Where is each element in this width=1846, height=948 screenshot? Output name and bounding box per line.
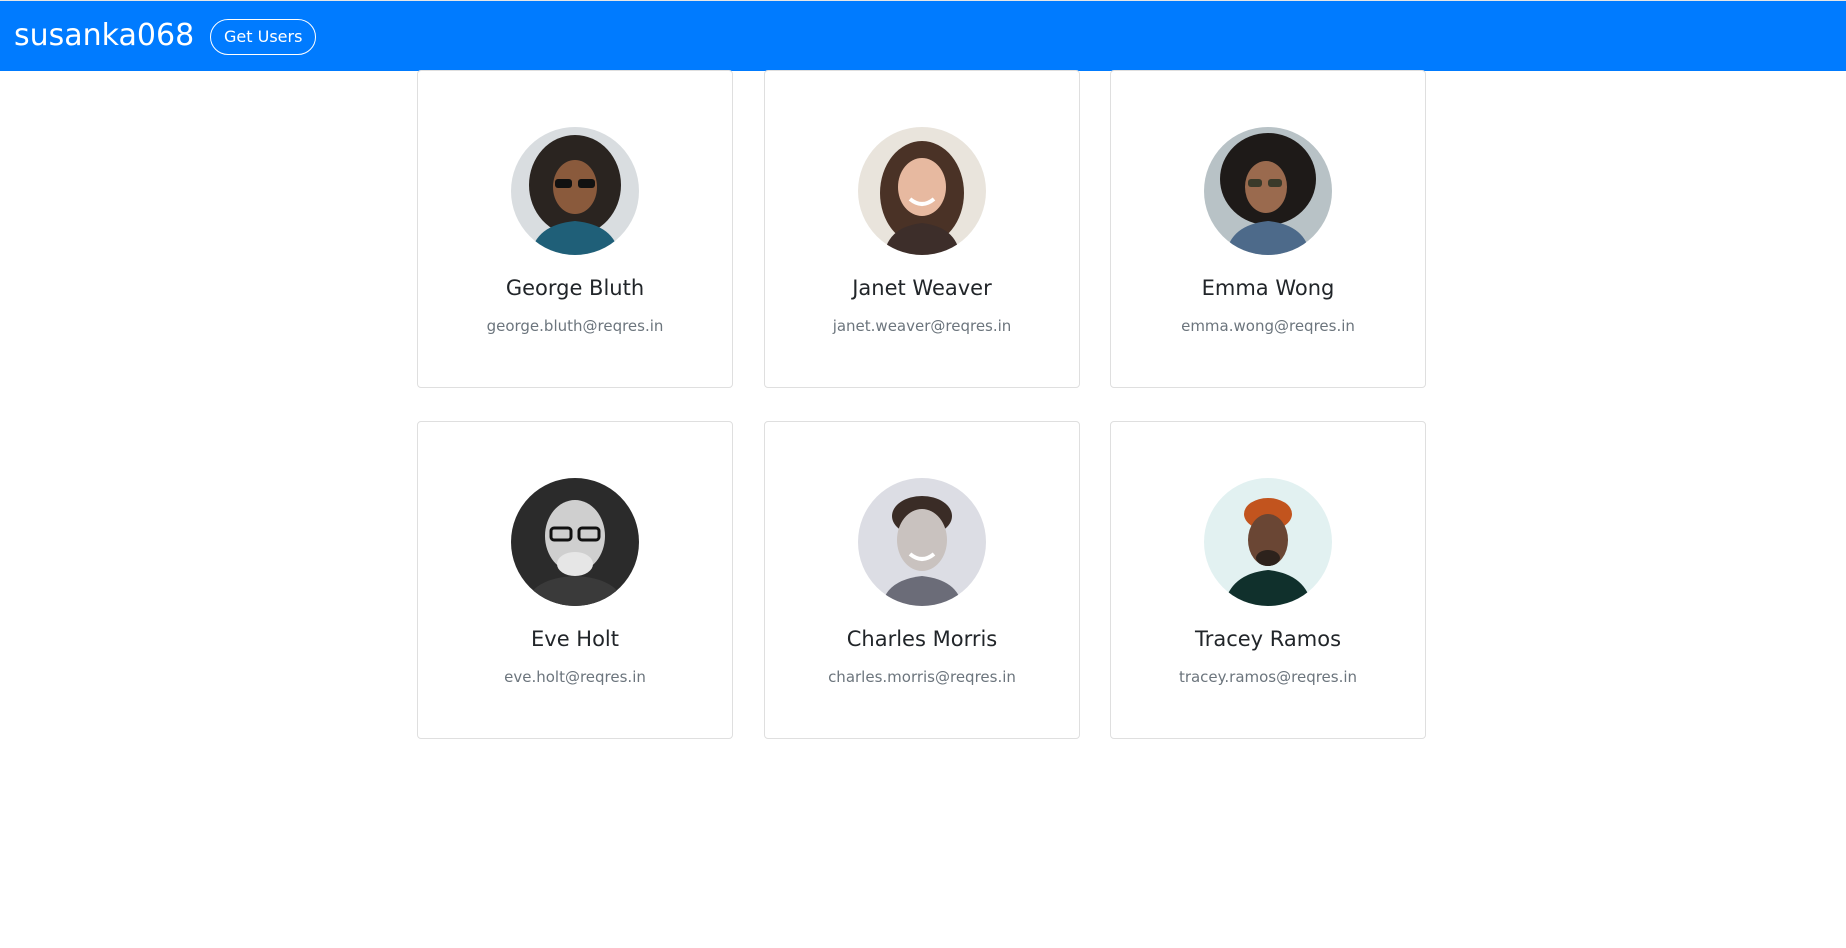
user-email: eve.holt@reqres.in — [504, 668, 646, 686]
user-card: George Bluth george.bluth@reqres.in — [417, 70, 733, 388]
user-name: George Bluth — [505, 276, 645, 300]
user-email: tracey.ramos@reqres.in — [1178, 668, 1358, 686]
user-card: Tracey Ramos tracey.ramos@reqres.in — [1110, 421, 1426, 739]
user-card: Eve Holt eve.holt@reqres.in — [417, 421, 733, 739]
user-card: Janet Weaver janet.weaver@reqres.in — [764, 70, 1080, 388]
navbar: susanka068 Get Users — [0, 0, 1846, 71]
user-email: george.bluth@reqres.in — [486, 317, 664, 335]
user-card: Emma Wong emma.wong@reqres.in — [1110, 70, 1426, 388]
avatar — [511, 478, 639, 606]
user-email: charles.morris@reqres.in — [828, 668, 1016, 686]
avatar — [1204, 478, 1332, 606]
user-name: Emma Wong — [1201, 276, 1335, 300]
user-name: Eve Holt — [531, 627, 619, 651]
user-name: Janet Weaver — [852, 276, 992, 300]
brand-title[interactable]: susanka068 — [14, 18, 194, 54]
avatar — [511, 127, 639, 255]
user-name: Charles Morris — [846, 627, 998, 651]
avatar — [1204, 127, 1332, 255]
user-email: emma.wong@reqres.in — [1181, 317, 1355, 335]
avatar — [858, 478, 986, 606]
user-card: Charles Morris charles.morris@reqres.in — [764, 421, 1080, 739]
avatar — [858, 127, 986, 255]
user-name: Tracey Ramos — [1194, 627, 1342, 651]
user-email: janet.weaver@reqres.in — [832, 317, 1012, 335]
get-users-button[interactable]: Get Users — [210, 19, 317, 55]
